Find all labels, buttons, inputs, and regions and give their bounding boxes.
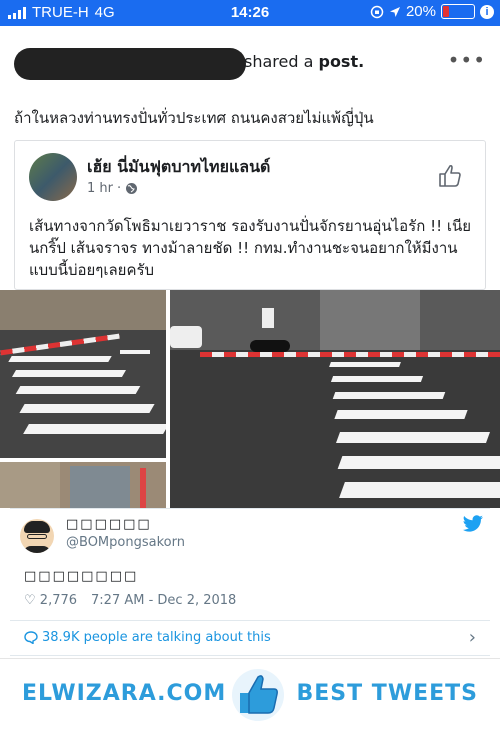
branding-banner: ELWIZARA.COM BEST TWEETS xyxy=(0,658,500,730)
shared-post-body: เส้นทางจากวัดโพธิมาเยวาราช รองรับงานปั่น… xyxy=(29,217,472,279)
chevron-right-icon[interactable]: › xyxy=(469,627,476,648)
meta-dot: · xyxy=(117,181,122,196)
tweet-meta: ♡ 2,776 7:27 AM - Dec 2, 2018 xyxy=(24,593,236,608)
facebook-post: shared a post. ••• ถ้าในหลวงท่านทรงปั่นท… xyxy=(0,26,500,508)
avatar[interactable] xyxy=(20,519,54,553)
post-time[interactable]: 1 hr xyxy=(87,181,113,196)
battery-fill xyxy=(443,6,449,17)
photo-street-thumb[interactable] xyxy=(0,462,166,508)
tweet-card[interactable]: □□□□□□ @BOMpongsakorn □□□□□□□□ ♡ 2,776 7… xyxy=(10,508,490,614)
redacted-author xyxy=(14,48,246,80)
info-icon[interactable]: i xyxy=(480,4,494,19)
tweet-display-name[interactable]: □□□□□□ xyxy=(66,517,152,532)
twitter-bird-icon[interactable] xyxy=(462,515,484,533)
like-group[interactable]: ♡ 2,776 xyxy=(24,593,77,608)
location-icon xyxy=(389,6,400,17)
post-caption: ถ้าในหลวงท่านทรงปั่นทั่วประเทศ ถนนคงสวยไ… xyxy=(14,109,374,127)
shared-post[interactable]: เฮ้ย นี่มันฟุตบาทไทยแลนด์ 1 hr · เส้นทาง… xyxy=(14,140,486,290)
like-count: 2,776 xyxy=(39,593,78,608)
thumbs-up-icon[interactable] xyxy=(437,163,463,189)
post-header: shared a post. ••• xyxy=(14,48,486,80)
tweet-timestamp[interactable]: 7:27 AM - Dec 2, 2018 xyxy=(91,593,236,608)
battery-icon xyxy=(441,4,475,19)
photo-crosswalk-main[interactable] xyxy=(170,290,500,508)
shared-post-link[interactable]: post. xyxy=(318,52,364,71)
thumbs-up-icon xyxy=(232,669,284,721)
shared-label: shared a post. xyxy=(244,52,364,71)
heart-icon[interactable]: ♡ xyxy=(24,593,36,608)
brand-right: BEST TWEETS xyxy=(296,681,478,706)
speech-bubble-icon xyxy=(24,631,38,644)
status-bar: TRUE-H 4G 14:26 20% i xyxy=(0,0,500,26)
page-avatar[interactable] xyxy=(29,153,77,201)
battery-percent: 20% xyxy=(405,3,436,20)
tweet-text: □□□□□□□□ xyxy=(24,569,139,584)
photo-grid xyxy=(0,290,500,508)
photo-crosswalk-left[interactable] xyxy=(0,290,166,458)
shared-text: shared a xyxy=(244,52,319,71)
status-right: 20% i xyxy=(370,3,494,20)
tweet-embed: □□□□□□ @BOMpongsakorn □□□□□□□□ ♡ 2,776 7… xyxy=(0,508,500,730)
globe-icon xyxy=(126,183,138,194)
page-name[interactable]: เฮ้ย นี่มันฟุตบาทไทยแลนด์ xyxy=(87,155,270,180)
post-meta: 1 hr · xyxy=(87,181,138,196)
tweet-handle[interactable]: @BOMpongsakorn xyxy=(66,535,185,550)
brand-left[interactable]: ELWIZARA.COM xyxy=(22,681,226,706)
conversation-label[interactable]: 38.9K people are talking about this xyxy=(42,630,271,645)
lock-rotation-icon xyxy=(370,5,384,18)
conversation-link[interactable]: 38.9K people are talking about this › xyxy=(10,620,490,656)
ellipsis-icon[interactable]: ••• xyxy=(448,48,486,72)
